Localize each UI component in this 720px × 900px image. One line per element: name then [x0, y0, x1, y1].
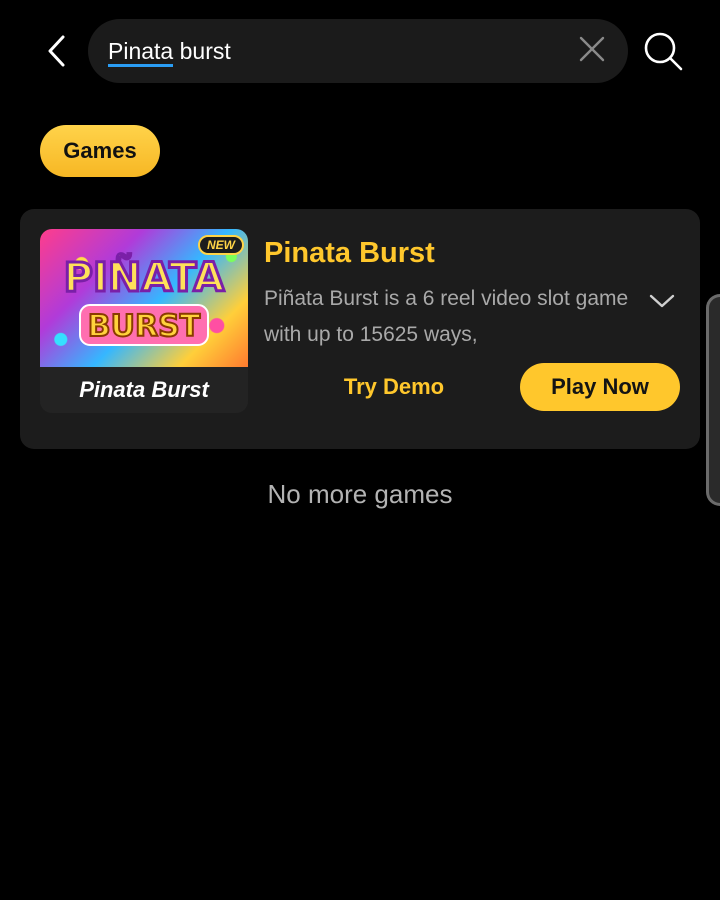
search-icon: [643, 31, 683, 76]
no-more-games-text: No more games: [267, 479, 453, 509]
search-results-page: Pinata burst Games PIÑATA BURST NEW Pina…: [0, 0, 720, 900]
game-thumbnail[interactable]: PIÑATA BURST NEW Pinata Burst: [40, 229, 248, 413]
game-card: PIÑATA BURST NEW Pinata Burst Pinata Bur…: [20, 209, 700, 449]
back-button[interactable]: [34, 28, 78, 78]
svg-text:BURST: BURST: [88, 309, 201, 344]
game-cover-art: PIÑATA BURST NEW: [40, 229, 248, 367]
search-box[interactable]: Pinata burst: [88, 19, 628, 83]
close-icon: [579, 36, 605, 67]
play-now-button[interactable]: Play Now: [520, 363, 680, 411]
chevron-down-icon: [649, 293, 675, 314]
clear-search-button[interactable]: [572, 35, 612, 67]
game-title[interactable]: Pinata Burst: [264, 235, 435, 271]
game-description: Piñata Burst is a 6 reel video slot game…: [264, 287, 629, 346]
chevron-left-icon: [45, 34, 67, 73]
svg-text:PIÑATA: PIÑATA: [64, 253, 225, 301]
side-panel-handle[interactable]: [706, 294, 720, 506]
new-badge: NEW: [198, 235, 244, 255]
expand-description-button[interactable]: [646, 289, 678, 317]
try-demo-button[interactable]: Try Demo: [320, 363, 468, 411]
category-chip-games[interactable]: Games: [40, 125, 160, 177]
search-button[interactable]: [640, 30, 686, 76]
thumbnail-caption: Pinata Burst: [40, 367, 248, 413]
